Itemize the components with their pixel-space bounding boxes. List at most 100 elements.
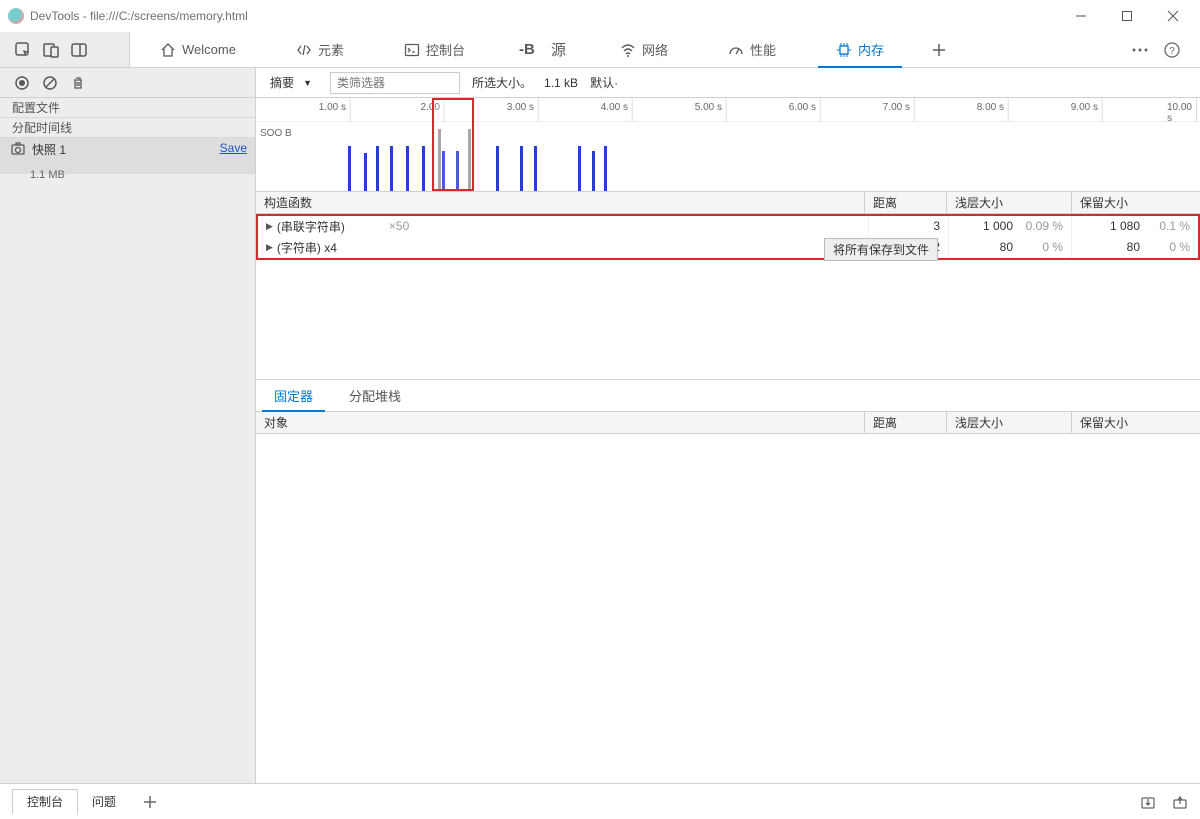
tab-retainers[interactable]: 固定器	[256, 380, 331, 411]
more-icon[interactable]	[1132, 48, 1148, 52]
home-icon	[160, 42, 176, 58]
row-name: (串联字符串)	[277, 218, 345, 235]
row-dist: 3	[933, 219, 940, 233]
export-icon[interactable]	[1140, 794, 1156, 810]
app-logo-icon	[8, 8, 24, 24]
view-dropdown-label: 摘要	[270, 74, 294, 91]
sidebar-toolbar	[0, 68, 255, 98]
help-icon[interactable]: ?	[1164, 42, 1180, 58]
chip-icon	[836, 42, 852, 58]
row-shallow: 80	[1000, 240, 1013, 254]
upper-empty-space	[256, 260, 1200, 380]
maximize-button[interactable]	[1104, 0, 1150, 32]
console-icon	[404, 42, 420, 58]
col-constructor[interactable]: 构造函数	[256, 192, 865, 213]
device-icon[interactable]	[42, 41, 60, 59]
record-icon[interactable]	[14, 75, 30, 91]
inspect-icon[interactable]	[14, 41, 32, 59]
wifi-icon	[620, 42, 636, 58]
tab-elements[interactable]: 元素	[266, 32, 374, 67]
window-title: DevTools - file:///C:/screens/memory.htm…	[30, 9, 248, 23]
save-all-tooltip: 将所有保存到文件	[824, 238, 938, 261]
tab-sources[interactable]: -B 源	[495, 32, 590, 67]
lower-empty-body	[256, 434, 1200, 783]
tab-performance-label: 性能	[750, 40, 776, 59]
time-tick: 9.00 s	[1071, 102, 1102, 113]
status-issues[interactable]: 问题	[78, 789, 130, 815]
status-bar: 控制台 问题	[0, 783, 1200, 819]
expand-arrow-icon[interactable]: ▶	[266, 242, 273, 253]
add-tab-button[interactable]	[914, 32, 964, 67]
row-retained-pct: 0 %	[1148, 240, 1190, 254]
lower-table-header: 对象 距离 浅层大小 保留大小	[256, 412, 1200, 434]
tab-console-label: 控制台	[426, 40, 465, 59]
panel-toggle-icon[interactable]	[70, 41, 88, 59]
status-add[interactable]	[130, 789, 170, 815]
constructors-table: 构造函数 距离 浅层大小 保留大小 ▶ (串联字符串) ×50 3 1 000 0.0…	[256, 192, 1200, 260]
table-row[interactable]: ▶(串联字符串)×50 3 1 0000.09 % 1 0800.1 %	[258, 214, 1198, 236]
table-header: 构造函数 距离 浅层大小 保留大小	[256, 192, 1200, 214]
tab-network-label: 网络	[642, 40, 668, 59]
row-retained: 80	[1127, 240, 1140, 254]
lower-tabs: 固定器 分配堆栈	[256, 380, 1200, 412]
time-tick: 10.00 s	[1167, 102, 1196, 124]
row-name: (字符串) x4	[277, 239, 337, 256]
row-retained-pct: 0.1 %	[1148, 219, 1190, 233]
time-tick: 1.00 s	[319, 102, 350, 113]
col-object[interactable]: 对象	[256, 412, 865, 433]
tab-sources-label: 源	[551, 39, 566, 60]
row-shallow-pct: 0.09 %	[1021, 219, 1063, 233]
col-retained[interactable]: 保留大小	[1072, 192, 1200, 213]
row-mult: ×50	[389, 219, 409, 233]
close-button[interactable]	[1150, 0, 1196, 32]
selected-size-value: 1.1 kB	[544, 76, 578, 90]
code-icon	[296, 42, 312, 58]
row-shallow: 1 000	[983, 219, 1013, 233]
upload-icon[interactable]	[1172, 794, 1188, 810]
memory-content: 摘要 所选大小。 1.1 kB 默认· 1.00 s 2.00 3.00 s 4…	[256, 68, 1200, 783]
snapshot-icon	[10, 141, 26, 157]
devtools-tabs: Welcome 元素 控制台 -B 源 网络 性能 内存 ?	[0, 32, 1200, 68]
selected-size-label: 所选大小。	[472, 74, 532, 91]
tab-network[interactable]: 网络	[590, 32, 698, 67]
gauge-icon	[728, 42, 744, 58]
col-shallow[interactable]: 浅层大小	[947, 192, 1072, 213]
tabs-left-icons	[0, 32, 130, 67]
time-tick: 5.00 s	[695, 102, 726, 113]
allocation-timeline[interactable]: 1.00 s 2.00 3.00 s 4.00 s 5.00 s 6.00 s …	[256, 98, 1200, 192]
profiles-sidebar: 配置文件 分配时间线 快照 1 1.1 MB Save	[0, 68, 256, 783]
delete-icon[interactable]	[70, 75, 86, 91]
snapshot-save-link[interactable]: Save	[220, 141, 247, 155]
class-filter-input[interactable]	[330, 72, 460, 94]
retainers-table: 对象 距离 浅层大小 保留大小	[256, 412, 1200, 434]
tab-alloc-stack[interactable]: 分配堆栈	[331, 380, 419, 411]
tab-performance[interactable]: 性能	[698, 32, 806, 67]
svg-text:?: ?	[1169, 46, 1175, 57]
col-retained-lower[interactable]: 保留大小	[1072, 412, 1200, 433]
row-shallow-pct: 0 %	[1021, 240, 1063, 254]
profile-files-heading: 配置文件	[0, 98, 255, 118]
snapshot-name: 快照 1	[32, 141, 66, 158]
expand-arrow-icon[interactable]: ▶	[266, 221, 273, 232]
tab-console[interactable]: 控制台	[374, 32, 495, 67]
tab-welcome[interactable]: Welcome	[130, 32, 266, 67]
filter-bar: 摘要 所选大小。 1.1 kB 默认·	[256, 68, 1200, 98]
filter-default-text: 默认·	[590, 74, 618, 91]
snapshot-size: 1.1 MB	[30, 169, 65, 181]
snapshot-item[interactable]: 快照 1 1.1 MB Save	[0, 138, 255, 174]
status-console[interactable]: 控制台	[12, 789, 78, 815]
col-distance[interactable]: 距离	[865, 192, 947, 213]
view-dropdown[interactable]: 摘要	[260, 72, 318, 94]
tab-memory-label: 内存	[858, 40, 884, 59]
window-title-bar: DevTools - file:///C:/screens/memory.htm…	[0, 0, 1200, 32]
col-shallow-lower[interactable]: 浅层大小	[947, 412, 1072, 433]
time-tick: 3.00 s	[507, 102, 538, 113]
tab-memory[interactable]: 内存	[806, 32, 914, 67]
table-row[interactable]: ▶(字符串) x4 12 800 % 800 %	[258, 236, 1198, 258]
minimize-button[interactable]	[1058, 0, 1104, 32]
col-distance-lower[interactable]: 距离	[865, 412, 947, 433]
alloc-timeline-heading: 分配时间线	[0, 118, 255, 138]
timeline-selection[interactable]	[432, 98, 474, 191]
time-tick: 4.00 s	[601, 102, 632, 113]
clear-icon[interactable]	[42, 75, 58, 91]
